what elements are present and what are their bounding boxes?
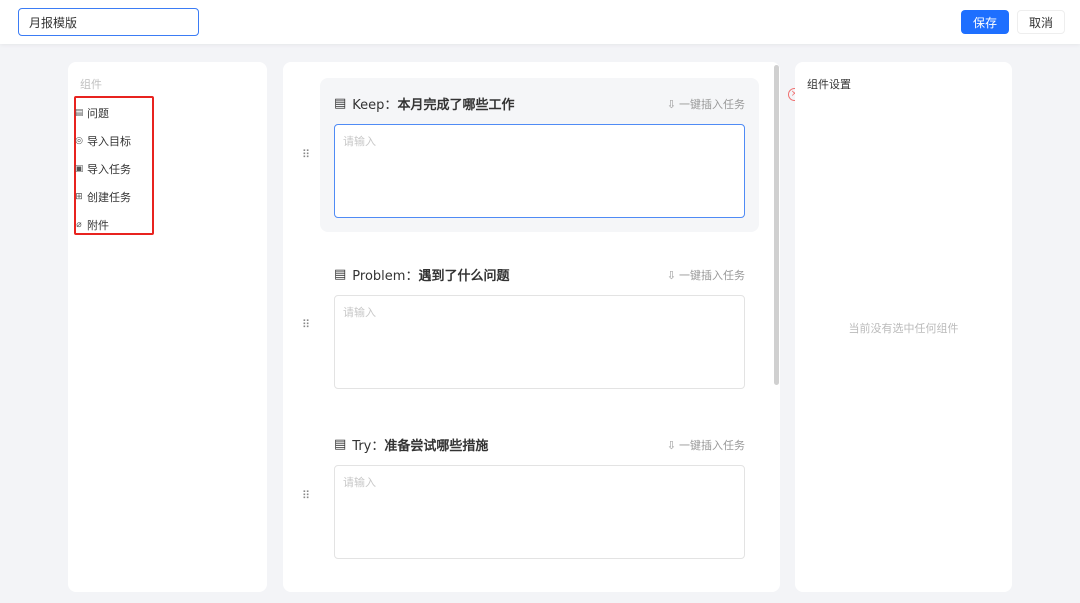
document-icon: ▤ bbox=[334, 267, 347, 282]
drag-handle-icon[interactable]: ⠿ bbox=[302, 489, 310, 502]
block-textarea[interactable] bbox=[334, 295, 745, 389]
import-icon: ⇩ bbox=[666, 438, 676, 452]
plus-square-icon: ⊞ bbox=[75, 192, 83, 202]
drag-handle-icon[interactable]: ⠿ bbox=[302, 318, 310, 331]
component-label: 导入目标 bbox=[87, 135, 131, 148]
block-title-prefix: Keep： bbox=[352, 98, 398, 113]
insert-tasks-button[interactable]: ⇩ 一键插入任务 bbox=[667, 267, 745, 283]
document-icon: ▤ bbox=[334, 437, 347, 452]
components-panel: 组件 ▤ 问题 ◎ 导入目标 ▣ 导入任务 ⊞ 创建任务 ⌀ 附件 bbox=[68, 62, 267, 592]
scrollbar[interactable] bbox=[774, 65, 779, 385]
import-icon: ⇩ bbox=[666, 97, 676, 111]
save-button[interactable]: 保存 bbox=[961, 10, 1009, 34]
import-icon: ⇩ bbox=[666, 268, 676, 282]
editor-block-keep[interactable]: ▤Keep：本月完成了哪些工作 ⇩一键插入任务 × bbox=[320, 78, 801, 232]
block-title-text: 准备尝试哪些措施 bbox=[384, 439, 489, 454]
block-title: ▤ Problem：遇到了什么问题 bbox=[334, 265, 509, 284]
cancel-button[interactable]: 取消 bbox=[1017, 10, 1065, 34]
insert-tasks-label: 一键插入任务 bbox=[679, 98, 745, 111]
settings-panel: 组件设置 当前没有选中任何组件 bbox=[795, 62, 1012, 592]
editor-block-problem[interactable]: ▤ Problem：遇到了什么问题 ⇩ 一键插入任务 bbox=[320, 249, 759, 403]
component-question[interactable]: ▤ 问题 bbox=[74, 105, 109, 121]
component-create-task[interactable]: ⊞ 创建任务 bbox=[74, 189, 131, 205]
document-icon: ▤ bbox=[74, 108, 84, 118]
editor-block-try[interactable]: ▤ Try：准备尝试哪些措施 ⇩ 一键插入任务 bbox=[320, 419, 759, 573]
insert-tasks-button[interactable]: ⇩ 一键插入任务 bbox=[667, 437, 745, 453]
calendar-check-icon: ▣ bbox=[74, 164, 84, 174]
block-title-text: 本月完成了哪些工作 bbox=[397, 98, 515, 113]
target-icon: ◎ bbox=[75, 136, 83, 146]
block-title-text: 遇到了什么问题 bbox=[418, 269, 510, 284]
insert-tasks-button[interactable]: ⇩ 一键插入任务 bbox=[667, 96, 745, 112]
insert-tasks-label: 一键插入任务 bbox=[679, 269, 745, 282]
top-bar: 保存 取消 bbox=[0, 0, 1080, 44]
template-title-input[interactable] bbox=[18, 8, 199, 36]
component-import-goal[interactable]: ◎ 导入目标 bbox=[74, 133, 131, 149]
block-title: ▤ Try：准备尝试哪些措施 bbox=[334, 435, 488, 454]
component-label: 导入任务 bbox=[87, 163, 131, 176]
block-title: ▤ Keep：本月完成了哪些工作 bbox=[334, 94, 514, 113]
drag-handle-icon[interactable]: ⠿ bbox=[302, 148, 310, 161]
editor-panel: ▤Keep：本月完成了哪些工作 ⇩一键插入任务 × ⠿ ▤Problem：遇到了… bbox=[283, 62, 801, 592]
component-attachment[interactable]: ⌀ 附件 bbox=[74, 217, 109, 233]
settings-empty-text: 当前没有选中任何组件 bbox=[848, 322, 959, 335]
block-title-prefix: Problem： bbox=[352, 269, 419, 284]
components-title: 组件 bbox=[80, 78, 102, 91]
component-label: 附件 bbox=[87, 219, 109, 232]
document-icon: ▤ bbox=[334, 96, 347, 111]
block-title-prefix: Try： bbox=[352, 439, 385, 454]
block-textarea[interactable] bbox=[334, 465, 745, 559]
settings-title: 组件设置 bbox=[807, 78, 851, 91]
component-label: 创建任务 bbox=[87, 191, 131, 204]
block-textarea[interactable] bbox=[334, 124, 745, 218]
paperclip-icon: ⌀ bbox=[76, 220, 82, 230]
component-label: 问题 bbox=[87, 107, 109, 120]
component-import-task[interactable]: ▣ 导入任务 bbox=[74, 161, 131, 177]
insert-tasks-label: 一键插入任务 bbox=[679, 439, 745, 452]
